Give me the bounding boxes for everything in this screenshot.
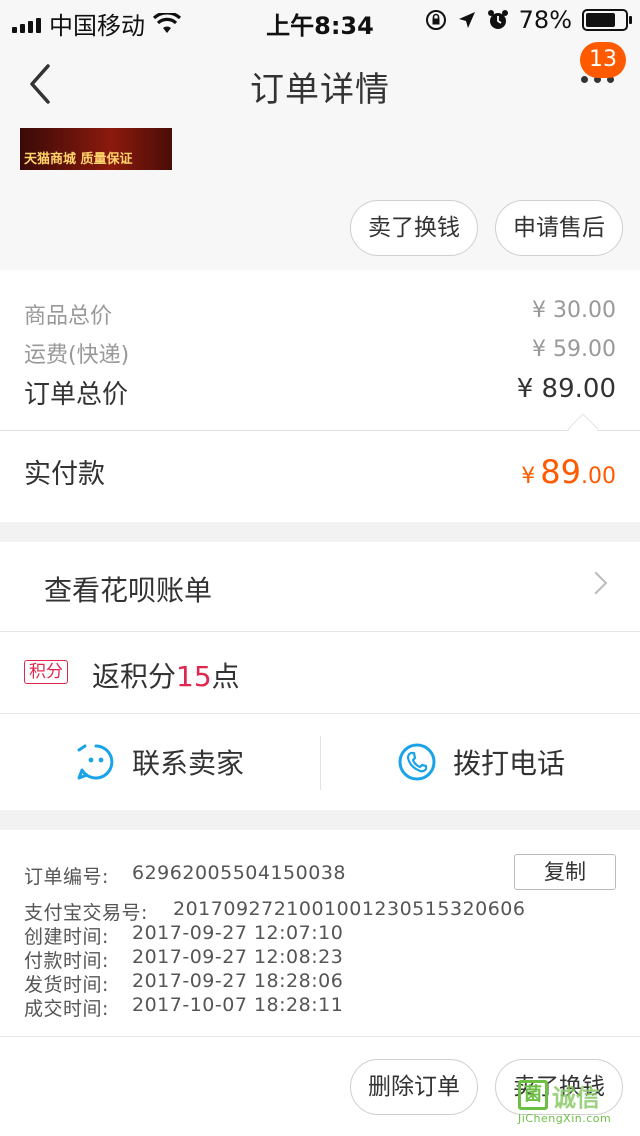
huabei-bill-row[interactable]: 查看花呗账单 xyxy=(0,542,640,632)
divider xyxy=(320,736,321,790)
points-prefix: 返积分 xyxy=(92,660,177,693)
alipay-trade-line: 支付宝交易号: 2017092721001001230515320606 xyxy=(24,898,525,925)
created-time-value: 2017-09-27 12:07:10 xyxy=(132,922,344,944)
copy-button[interactable]: 复制 xyxy=(514,854,616,890)
paid-time-label: 付款时间: xyxy=(24,950,109,972)
price-summary: 商品总价 ¥ 30.00 运费(快递) ¥ 59.00 订单总价 ¥ 89.00… xyxy=(0,270,640,522)
divider xyxy=(0,430,640,431)
paid-decimal: .00 xyxy=(581,464,616,489)
goods-total-label: 商品总价 xyxy=(24,304,113,329)
order-number-label: 订单编号: xyxy=(24,866,109,888)
product-section: 天猫商城 质量保证 卖了换钱 申请售后 xyxy=(0,128,640,270)
order-info-section: 订单编号: 62962005504150038 复制 支付宝交易号: 20170… xyxy=(0,830,640,1136)
paid-amount: ¥ 89.00 xyxy=(521,453,616,491)
shipping-label: 运费(快递) xyxy=(24,343,130,368)
shipping-value: ¥ 59.00 xyxy=(532,337,616,362)
points-number: 15 xyxy=(176,660,212,693)
delete-order-button[interactable]: 删除订单 xyxy=(350,1059,478,1115)
call-phone-label: 拨打电话 xyxy=(453,747,566,780)
paid-label: 实付款 xyxy=(24,459,105,490)
created-time-label: 创建时间: xyxy=(24,926,109,948)
contact-row: 联系卖家 拨打电话 xyxy=(0,714,640,810)
watermark-text: 诚信 xyxy=(552,1084,600,1112)
paid-time-value: 2017-09-27 12:08:23 xyxy=(132,946,344,968)
completed-time-value: 2017-10-07 18:28:11 xyxy=(132,994,344,1016)
alipay-trade-value: 2017092721001001230515320606 xyxy=(173,898,526,920)
order-number-line: 订单编号: 62962005504150038 xyxy=(24,862,346,889)
shipped-time-line: 发货时间: 2017-09-27 18:28:06 xyxy=(24,970,343,997)
completed-time-label: 成交时间: xyxy=(24,998,109,1020)
completed-time-line: 成交时间: 2017-10-07 18:28:11 xyxy=(24,994,343,1021)
message-badge[interactable]: 13 xyxy=(580,42,626,78)
sell-for-cash-button[interactable]: 卖了换钱 xyxy=(350,200,478,256)
points-tag: 积分 xyxy=(24,660,68,684)
alipay-trade-label: 支付宝交易号: xyxy=(24,902,148,924)
watermark-url: JiChengXin.com xyxy=(518,1112,612,1125)
order-total-value: ¥ 89.00 xyxy=(516,374,616,404)
contact-seller-label: 联系卖家 xyxy=(132,747,245,780)
paid-currency: ¥ xyxy=(521,464,536,489)
caret-up-icon xyxy=(567,413,599,445)
after-sales-button[interactable]: 申请售后 xyxy=(495,200,623,256)
product-thumbnail[interactable]: 天猫商城 质量保证 xyxy=(20,128,172,170)
location-arrow-icon xyxy=(458,12,475,28)
chevron-right-icon xyxy=(584,571,608,595)
huabei-label: 查看花呗账单 xyxy=(44,574,213,607)
paid-integer: 89 xyxy=(540,453,581,491)
points-text: 返积分15点 xyxy=(92,655,240,695)
thumbnail-caption: 天猫商城 质量保证 xyxy=(24,152,133,167)
paid-time-line: 付款时间: 2017-09-27 12:08:23 xyxy=(24,946,343,973)
created-time-line: 创建时间: 2017-09-27 12:07:10 xyxy=(24,922,343,949)
paid-row: 实付款 ¥ 89.00 xyxy=(24,452,616,491)
page-title: 订单详情 xyxy=(250,70,390,110)
goods-total-row: 商品总价 ¥ 30.00 xyxy=(24,298,616,330)
order-total-row: 订单总价 ¥ 89.00 xyxy=(24,374,616,411)
chat-face-icon xyxy=(77,744,114,780)
shipped-time-label: 发货时间: xyxy=(24,974,109,996)
rotation-lock-icon xyxy=(425,10,446,30)
goods-total-value: ¥ 30.00 xyxy=(532,298,616,323)
more-dot-icon xyxy=(581,76,588,83)
contact-seller-button[interactable]: 联系卖家 xyxy=(76,714,244,810)
nav-bar: 订单详情 13 xyxy=(0,40,640,128)
divider xyxy=(0,1036,640,1037)
alarm-icon xyxy=(487,10,508,29)
watermark-box: 菌 xyxy=(518,1080,548,1110)
battery-percent: 78% xyxy=(518,6,572,34)
phone-icon xyxy=(398,743,436,781)
status-bar: 中国移动 上午8:34 78% xyxy=(0,0,640,40)
shipping-row: 运费(快递) ¥ 59.00 xyxy=(24,337,616,369)
shipped-time-value: 2017-09-27 18:28:06 xyxy=(132,970,344,992)
battery-icon xyxy=(582,9,632,31)
order-number-value: 62962005504150038 xyxy=(132,862,347,884)
watermark-logo: 菌 诚信 JiChengXin.com xyxy=(518,1078,636,1128)
status-right: 78% xyxy=(425,6,632,34)
points-row: 积分 返积分15点 xyxy=(0,632,640,714)
call-phone-button[interactable]: 拨打电话 xyxy=(397,714,565,810)
points-suffix: 点 xyxy=(211,660,240,693)
order-total-label: 订单总价 xyxy=(24,380,129,410)
